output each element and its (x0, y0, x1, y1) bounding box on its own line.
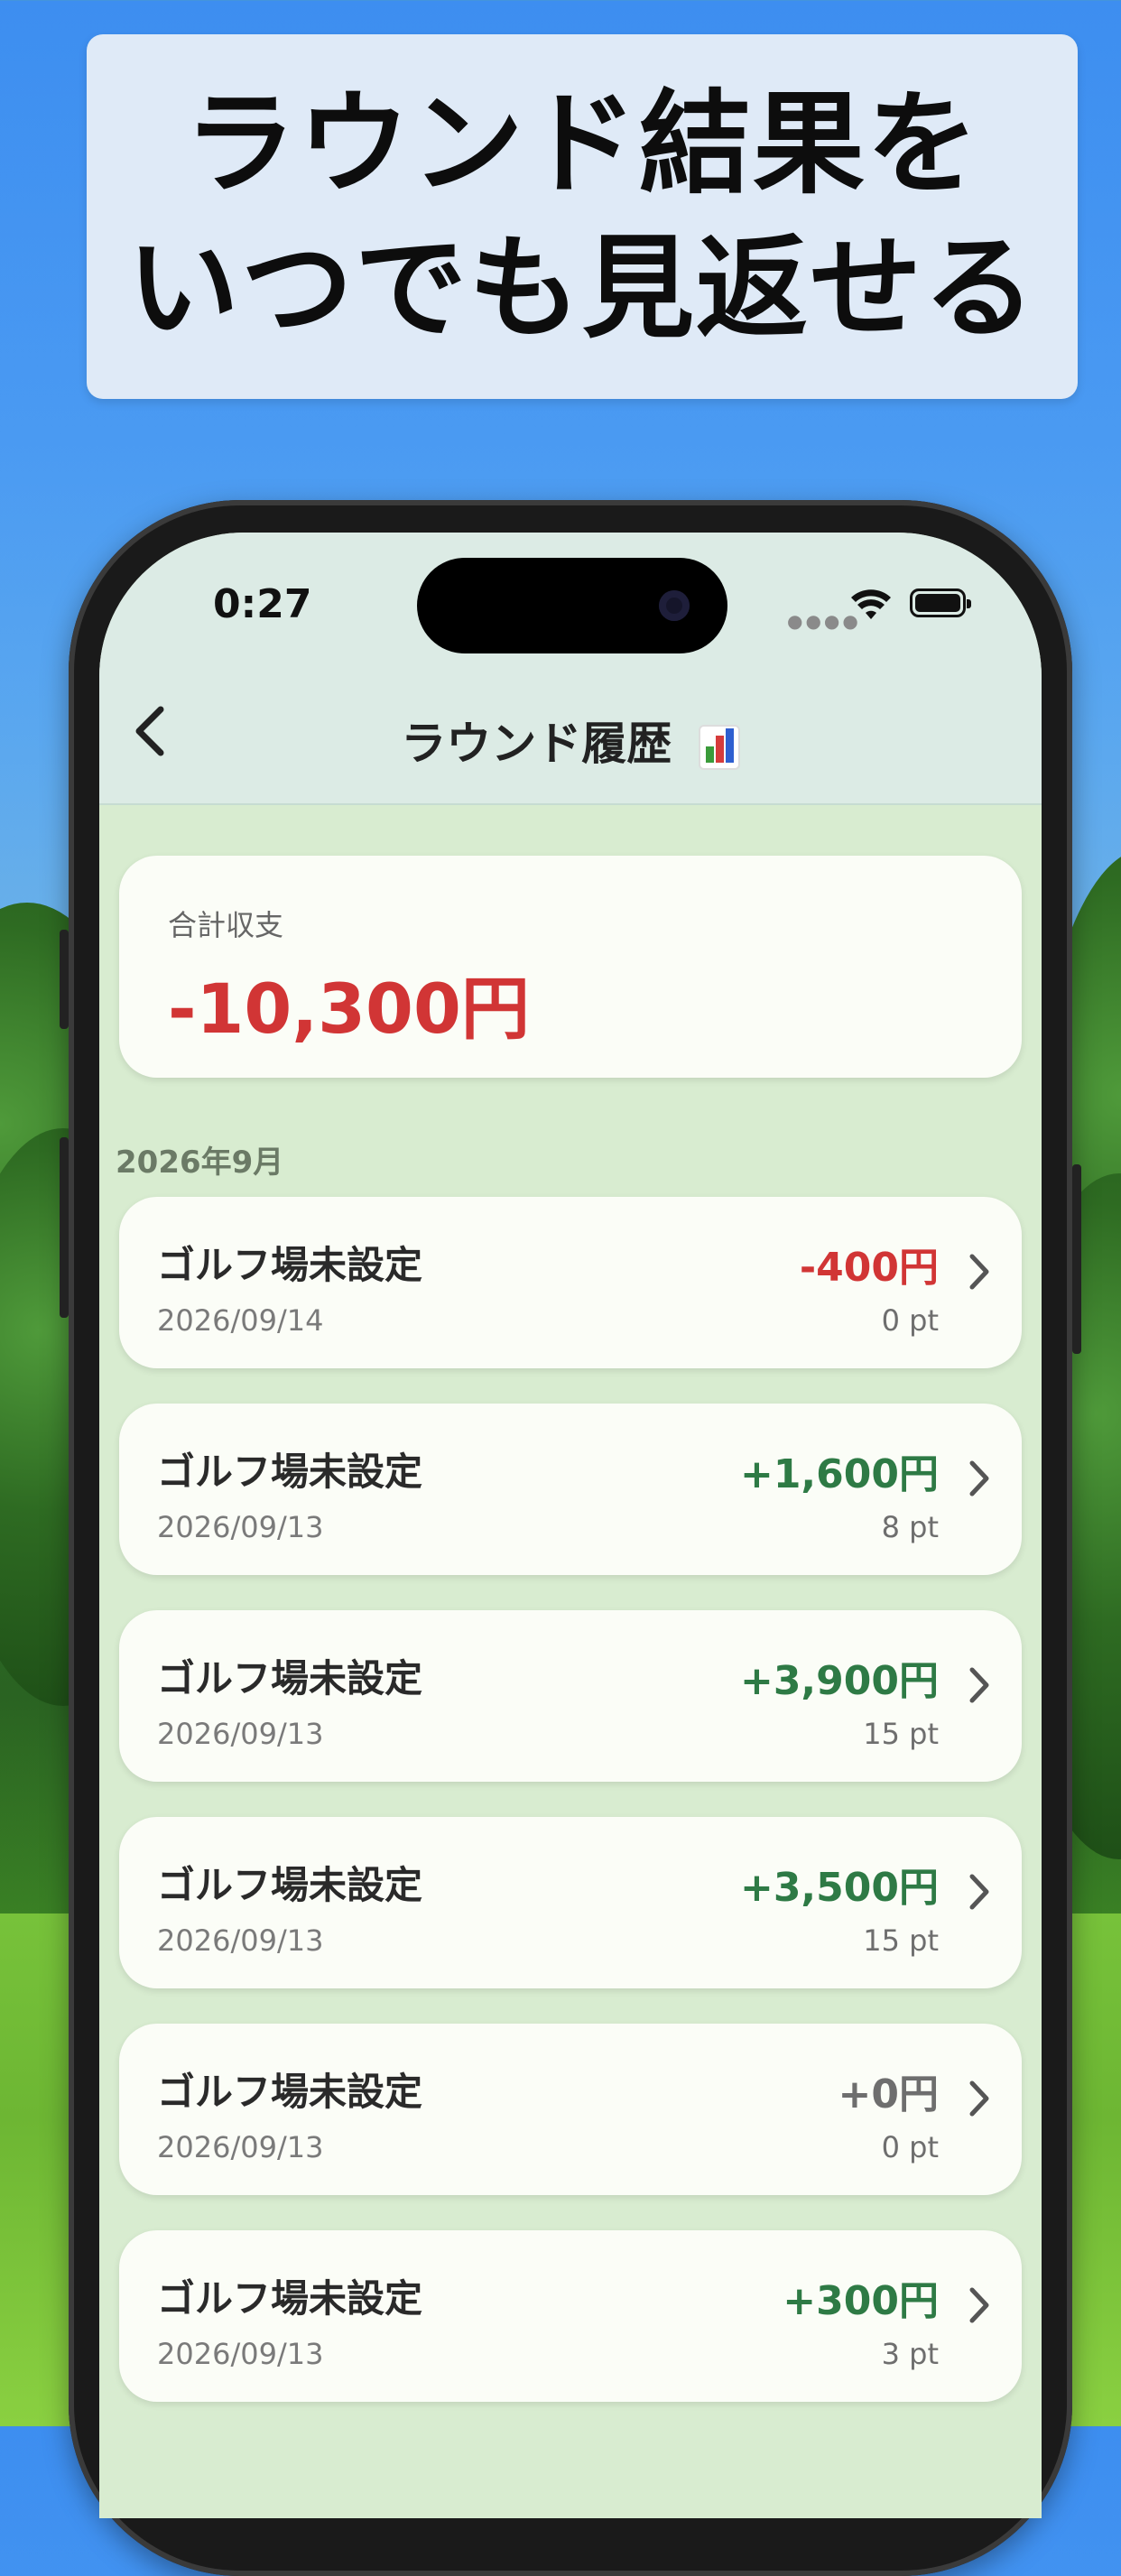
phone-side-button (60, 1137, 69, 1318)
total-balance-value: -10,300円 (168, 968, 530, 1049)
section-header-month: 2026年9月 (116, 1144, 284, 1181)
round-course-name: ゴルフ場未設定 (157, 1863, 423, 1907)
page-title-text: ラウンド履歴 (401, 718, 672, 770)
round-date: 2026/09/13 (157, 1717, 324, 1751)
status-time: 0:27 (213, 581, 312, 627)
round-date: 2026/09/13 (157, 1923, 324, 1958)
camera-icon (659, 590, 690, 621)
round-row[interactable]: ゴルフ場未設定 2026/09/13 +300円 3 pt (119, 2230, 1022, 2402)
round-row[interactable]: ゴルフ場未設定 2026/09/13 +3,500円 15 pt (119, 1817, 1022, 1988)
bar-chart-icon (698, 724, 740, 770)
phone-side-button (60, 930, 69, 1029)
round-date: 2026/09/13 (157, 1510, 324, 1544)
chevron-right-icon (968, 1249, 991, 1303)
round-course-name: ゴルフ場未設定 (157, 2276, 423, 2321)
chevron-right-icon (968, 1869, 991, 1923)
chevron-right-icon (968, 1663, 991, 1717)
round-row[interactable]: ゴルフ場未設定 2026/09/13 +0円 0 pt (119, 2024, 1022, 2195)
phone-side-button (1072, 1164, 1081, 1354)
round-course-name: ゴルフ場未設定 (157, 1656, 423, 1700)
round-amount: +3,500円 (739, 1865, 939, 1911)
round-amount: +300円 (783, 2278, 939, 2324)
round-amount: +0円 (838, 2071, 939, 2117)
round-row[interactable]: ゴルフ場未設定 2026/09/14 -400円 0 pt (119, 1197, 1022, 1368)
nav-bar: ラウンド履歴 (99, 668, 1042, 805)
headline-line-1: ラウンド結果を (183, 79, 980, 209)
round-course-name: ゴルフ場未設定 (157, 2070, 423, 2114)
round-date: 2026/09/13 (157, 2130, 324, 2164)
round-date: 2026/09/14 (157, 1303, 324, 1338)
chevron-right-icon (968, 1456, 991, 1510)
round-row[interactable]: ゴルフ場未設定 2026/09/13 +3,900円 15 pt (119, 1610, 1022, 1782)
status-bar: 0:27 ●●●● (99, 533, 1042, 668)
round-row[interactable]: ゴルフ場未設定 2026/09/13 +1,600円 8 pt (119, 1404, 1022, 1575)
round-points: 15 pt (863, 1923, 939, 1958)
round-points: 0 pt (881, 2130, 939, 2164)
round-amount: -400円 (799, 1245, 939, 1291)
total-balance-card: 合計収支 -10,300円 (119, 856, 1022, 1078)
round-course-name: ゴルフ場未設定 (157, 1243, 423, 1287)
page-title: ラウンド履歴 (99, 708, 1042, 773)
headline-line-2: いつでも見返せる (126, 224, 1037, 354)
round-points: 15 pt (863, 1717, 939, 1751)
total-balance-label: 合計収支 (168, 908, 284, 942)
app-screen: 0:27 ●●●● ラウンド履歴 合計収支 -10,300円 2026年9月 ゴ… (99, 533, 1042, 2518)
round-amount: +1,600円 (739, 1451, 939, 1497)
round-points: 3 pt (881, 2337, 939, 2371)
headline-banner: ラウンド結果を いつでも見返せる (87, 34, 1078, 399)
round-points: 0 pt (881, 1303, 939, 1338)
battery-icon (910, 588, 971, 617)
chevron-right-icon (968, 2076, 991, 2130)
round-amount: +3,900円 (739, 1658, 939, 1704)
round-date: 2026/09/13 (157, 2337, 324, 2371)
chevron-right-icon (968, 2283, 991, 2337)
round-course-name: ゴルフ場未設定 (157, 1450, 423, 1494)
round-points: 8 pt (881, 1510, 939, 1544)
wifi-icon (851, 589, 891, 619)
